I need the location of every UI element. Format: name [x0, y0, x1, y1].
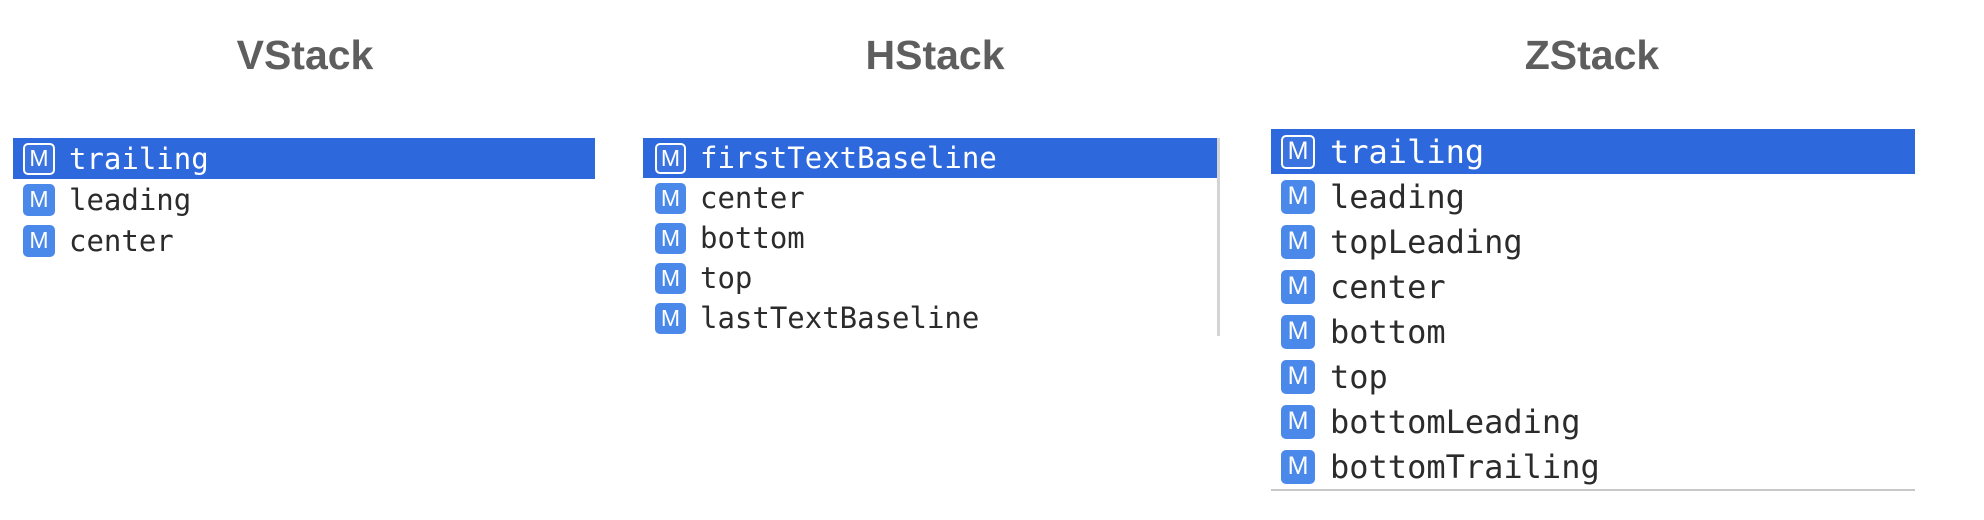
completion-item-label: leading	[1330, 177, 1465, 216]
completion-item-hstack[interactable]: Mcenter	[643, 178, 1217, 218]
zstack-completion-list[interactable]: Mtrailing Mleading MtopLeading Mcenter Mbott…	[1271, 129, 1915, 491]
completion-item-zstack[interactable]: Mcenter	[1271, 264, 1915, 309]
completion-item-label: top	[1330, 357, 1388, 396]
method-icon: M	[655, 302, 686, 334]
hstack-completion-list[interactable]: MfirstTextBaseline Mcenter Mbottom Mtop Mlas…	[643, 138, 1220, 336]
completion-item-hstack[interactable]: Mtop	[643, 258, 1217, 298]
method-icon: M	[1281, 404, 1315, 439]
method-icon: M	[1281, 314, 1315, 349]
method-icon: M	[655, 222, 686, 254]
completion-item-label: bottom	[700, 221, 805, 255]
completion-item-label: bottom	[1330, 312, 1446, 351]
completion-item-zstack[interactable]: MtopLeading	[1271, 219, 1915, 264]
method-icon: M	[1281, 269, 1315, 304]
completion-item-zstack[interactable]: MbottomTrailing	[1271, 444, 1915, 489]
completion-item-label: top	[700, 261, 753, 295]
completion-item-label: center	[700, 181, 805, 215]
completion-item-zstack[interactable]: Mtrailing	[1271, 129, 1915, 174]
method-icon: M	[1281, 359, 1315, 394]
completion-item-vstack[interactable]: Mtrailing	[13, 138, 595, 179]
method-icon: M	[23, 142, 55, 175]
completion-item-label: topLeading	[1330, 222, 1523, 261]
completion-item-label: center	[69, 223, 174, 258]
completion-item-hstack[interactable]: Mbottom	[643, 218, 1217, 258]
zstack-title: ZStack	[1524, 32, 1660, 78]
method-icon: M	[655, 142, 686, 174]
completion-item-label: trailing	[69, 141, 209, 176]
completion-item-hstack[interactable]: MfirstTextBaseline	[643, 138, 1217, 178]
method-icon: M	[1281, 449, 1315, 484]
hstack-title: HStack	[865, 32, 1005, 78]
completion-item-label: lastTextBaseline	[700, 301, 980, 335]
vstack-completion-list[interactable]: Mtrailing Mleading Mcenter	[13, 138, 595, 261]
completion-item-hstack[interactable]: MlastTextBaseline	[643, 298, 1217, 338]
method-icon: M	[23, 224, 55, 257]
completion-item-label: center	[1330, 267, 1446, 306]
completion-item-zstack[interactable]: Mtop	[1271, 354, 1915, 399]
completion-item-vstack[interactable]: Mleading	[13, 179, 595, 220]
completion-item-zstack[interactable]: Mleading	[1271, 174, 1915, 219]
method-icon: M	[23, 183, 55, 216]
completion-item-label: trailing	[1330, 132, 1485, 171]
completion-item-zstack[interactable]: MbottomLeading	[1271, 399, 1915, 444]
completion-item-label: bottomTrailing	[1330, 447, 1600, 486]
method-icon: M	[655, 182, 686, 214]
completion-item-vstack[interactable]: Mcenter	[13, 220, 595, 261]
method-icon: M	[655, 262, 686, 294]
method-icon: M	[1281, 179, 1315, 214]
completion-item-zstack[interactable]: Mbottom	[1271, 309, 1915, 354]
completion-item-label: leading	[69, 182, 192, 217]
completion-item-label: bottomLeading	[1330, 402, 1581, 441]
method-icon: M	[1281, 134, 1315, 169]
completion-item-label: firstTextBaseline	[700, 141, 997, 175]
vstack-title: VStack	[236, 32, 374, 78]
method-icon: M	[1281, 224, 1315, 259]
